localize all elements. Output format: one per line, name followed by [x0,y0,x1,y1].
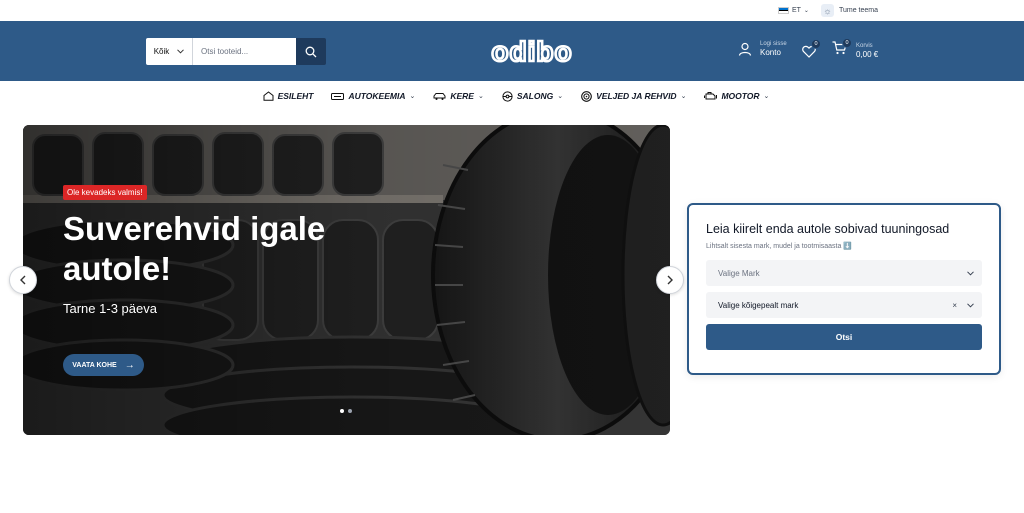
account-login-label: Logi sisse [760,41,787,47]
search-category-label: Kõik [153,47,170,56]
slider-next-button[interactable] [656,266,684,294]
user-icon [738,42,752,56]
wishlist-button[interactable]: 0 [802,39,821,63]
search-input[interactable] [193,38,296,65]
hero-subtitle: Tarne 1-3 päeva [63,301,157,316]
chevron-down-icon: ⌄ [409,93,416,100]
nav-label: SALONG [516,91,554,101]
slider-dots [340,409,352,413]
wheel-icon [581,90,592,102]
nav-item-salong[interactable]: SALONG ⌄ [502,90,564,102]
cart-total: 0,00 € [856,49,879,59]
arrow-right-icon: → [124,359,135,371]
estonia-flag-icon [777,7,789,14]
nav-label: VELJED JA REHVID [596,91,677,101]
site-header: Kõik odibo Logi sisse Konto 0 0 Korvis 0… [0,21,1024,81]
search-category-select[interactable]: Kõik [146,38,193,65]
finder-hint: Lihtsalt sisesta mark, mudel ja tootmisa… [706,243,853,250]
chevron-down-icon: ⌄ [557,93,564,100]
car-body-icon [433,92,446,100]
brand-select-value: Valige Mark [718,268,760,278]
svg-text:odibo: odibo [491,39,572,65]
slider-dot-2[interactable] [348,409,352,413]
nav-item-mootor[interactable]: MOOTOR ⌄ [704,91,769,101]
cart-count-badge: 0 [842,38,852,48]
nav-item-kere[interactable]: KERE ⌄ [433,91,484,101]
chevron-down-icon [967,302,974,308]
search-button[interactable] [296,38,326,65]
nav-item-veljed-ja-rehvid[interactable]: VELJED JA REHVID ⌄ [581,90,687,102]
nav-item-autokeemia[interactable]: AUTOKEEMIA ⌄ [331,91,415,101]
chevron-left-icon [20,275,26,285]
model-select-value: Valige kõigepealt mark [718,300,799,310]
sun-icon: ☼ [820,4,834,17]
main-navigation: ESILEHT AUTOKEEMIA ⌄ KERE ⌄ SALONG ⌄ VEL… [0,81,1024,111]
odibo-logo[interactable]: odibo [461,39,603,65]
clear-icon[interactable]: × [952,301,957,310]
chevron-down-icon [967,270,974,276]
nav-label: MOOTOR [721,91,760,101]
chevron-down-icon: ⌄ [763,93,770,100]
nav-label: ESILEHT [277,91,314,101]
hero-slider: Ole kevadeks valmis! Suverehvid igale au… [23,125,670,435]
language-selector[interactable]: ET ⌄ [777,7,809,14]
search-bar: Kõik [146,38,326,65]
finder-search-button[interactable]: Otsi [706,324,982,350]
search-icon [305,46,317,57]
chevron-down-icon: ⌄ [803,8,809,14]
home-icon [263,91,274,101]
chevron-down-icon [177,49,185,54]
shop-now-button[interactable]: VAATA KOHE → [63,354,144,376]
slider-prev-button[interactable] [9,266,37,294]
chevron-right-icon [667,275,673,285]
vehicle-parts-finder: Leia kiirelt enda autole sobivad tuuning… [687,203,1001,375]
car-chemistry-icon [331,92,345,100]
cart-link[interactable]: 0 Korvis 0,00 € [832,38,879,60]
account-label: Konto [760,48,781,57]
promo-badge: Ole kevadeks valmis! [63,185,147,200]
language-code: ET [791,7,801,14]
wishlist-count-badge: 0 [811,39,821,49]
nav-label: AUTOKEEMIA [348,91,406,101]
engine-icon [704,92,718,100]
account-link[interactable]: Logi sisse Konto [738,41,787,57]
slider-dot-1[interactable] [340,409,344,413]
chevron-down-icon: ⌄ [680,93,687,100]
theme-label: Tume teema [838,7,878,14]
theme-toggle[interactable]: ☼ Tume teema [820,4,878,17]
top-utility-bar: ET ⌄ ☼ Tume teema [0,0,1024,21]
hero-title: Suverehvid igale autole! [63,210,326,287]
cta-label: VAATA KOHE [72,361,117,369]
nav-label: KERE [450,91,474,101]
chevron-down-icon: ⌄ [477,93,484,100]
brand-select[interactable]: Valige Mark [706,260,982,286]
model-select[interactable]: Valige kõigepealt mark × [706,292,982,318]
cart-label: Korvis [856,42,873,49]
finder-title: Leia kiirelt enda autole sobivad tuuning… [706,222,950,236]
nav-item-esileht[interactable]: ESILEHT [263,91,314,101]
steering-wheel-icon [502,90,513,102]
